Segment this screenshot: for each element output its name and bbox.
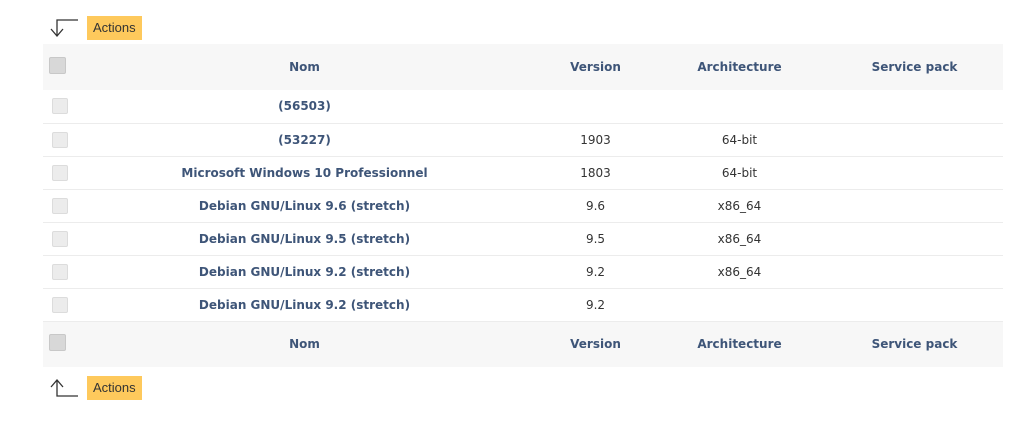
actions-button-bottom[interactable]: Actions: [87, 376, 142, 400]
os-name-link[interactable]: (53227): [278, 133, 331, 147]
os-name-link[interactable]: Debian GNU/Linux 9.5 (stretch): [199, 232, 410, 246]
os-name-link[interactable]: Debian GNU/Linux 9.6 (stretch): [199, 199, 410, 213]
arrow-up-left-icon: [43, 376, 83, 400]
version-cell: 9.2: [585, 297, 606, 312]
service-pack-cell: [826, 288, 1003, 321]
os-table: Nom Version Architecture Service pack (5…: [43, 44, 1003, 367]
table-header-row: Nom Version Architecture Service pack: [43, 44, 1003, 90]
table-row: Debian GNU/Linux 9.6 (stretch) 9.6 x86_6…: [43, 189, 1003, 222]
select-all-checkbox-footer[interactable]: [49, 334, 66, 352]
architecture-cell: x86_64: [717, 231, 762, 246]
table-row: (53227) 1903 64-bit: [43, 123, 1003, 156]
top-actions-bar: Actions: [43, 16, 142, 40]
row-checkbox[interactable]: [51, 230, 68, 247]
version-cell: 9.5: [585, 231, 606, 246]
table-row: Debian GNU/Linux 9.2 (stretch) 9.2 x86_6…: [43, 255, 1003, 288]
table-row: Debian GNU/Linux 9.5 (stretch) 9.5 x86_6…: [43, 222, 1003, 255]
select-all-checkbox[interactable]: [49, 57, 66, 74]
column-header-name[interactable]: Nom: [71, 44, 538, 90]
service-pack-cell: [826, 255, 1003, 288]
row-checkbox[interactable]: [51, 131, 68, 148]
arrow-down-left-icon: [43, 16, 83, 40]
footer-header-version[interactable]: Version: [538, 321, 653, 367]
bottom-actions-bar: Actions: [43, 376, 142, 400]
footer-header-name[interactable]: Nom: [71, 321, 538, 367]
version-cell: 1803: [580, 165, 611, 180]
service-pack-cell: [826, 222, 1003, 255]
table-footer-row: Nom Version Architecture Service pack: [43, 321, 1003, 367]
table-row: Debian GNU/Linux 9.2 (stretch) 9.2: [43, 288, 1003, 321]
architecture-cell: [653, 288, 826, 321]
column-header-service-pack[interactable]: Service pack: [826, 44, 1003, 90]
actions-button[interactable]: Actions: [87, 16, 142, 40]
os-name-link[interactable]: (56503): [278, 99, 331, 113]
service-pack-cell: [826, 156, 1003, 189]
column-header-architecture[interactable]: Architecture: [653, 44, 826, 90]
architecture-cell: [653, 90, 826, 123]
row-checkbox[interactable]: [51, 296, 68, 313]
version-cell: [538, 90, 653, 123]
row-checkbox[interactable]: [51, 98, 68, 115]
table-row: (56503): [43, 90, 1003, 123]
service-pack-cell: [826, 189, 1003, 222]
footer-header-service-pack[interactable]: Service pack: [826, 321, 1003, 367]
architecture-cell: x86_64: [717, 198, 762, 213]
architecture-cell: x86_64: [717, 264, 762, 279]
architecture-cell: 64-bit: [721, 165, 758, 180]
version-cell: 9.2: [585, 264, 606, 279]
row-checkbox[interactable]: [51, 263, 68, 280]
version-cell: 9.6: [585, 198, 606, 213]
service-pack-cell: [826, 123, 1003, 156]
version-cell: 1903: [580, 132, 611, 147]
os-name-link[interactable]: Debian GNU/Linux 9.2 (stretch): [199, 265, 410, 279]
row-checkbox[interactable]: [51, 197, 68, 214]
architecture-cell: 64-bit: [721, 132, 758, 147]
footer-header-architecture[interactable]: Architecture: [653, 321, 826, 367]
row-checkbox[interactable]: [51, 164, 68, 181]
service-pack-cell: [826, 90, 1003, 123]
table-row: Microsoft Windows 10 Professionnel 1803 …: [43, 156, 1003, 189]
os-name-link[interactable]: Microsoft Windows 10 Professionnel: [181, 166, 427, 180]
os-name-link[interactable]: Debian GNU/Linux 9.2 (stretch): [199, 298, 410, 312]
column-header-version[interactable]: Version: [538, 44, 653, 90]
